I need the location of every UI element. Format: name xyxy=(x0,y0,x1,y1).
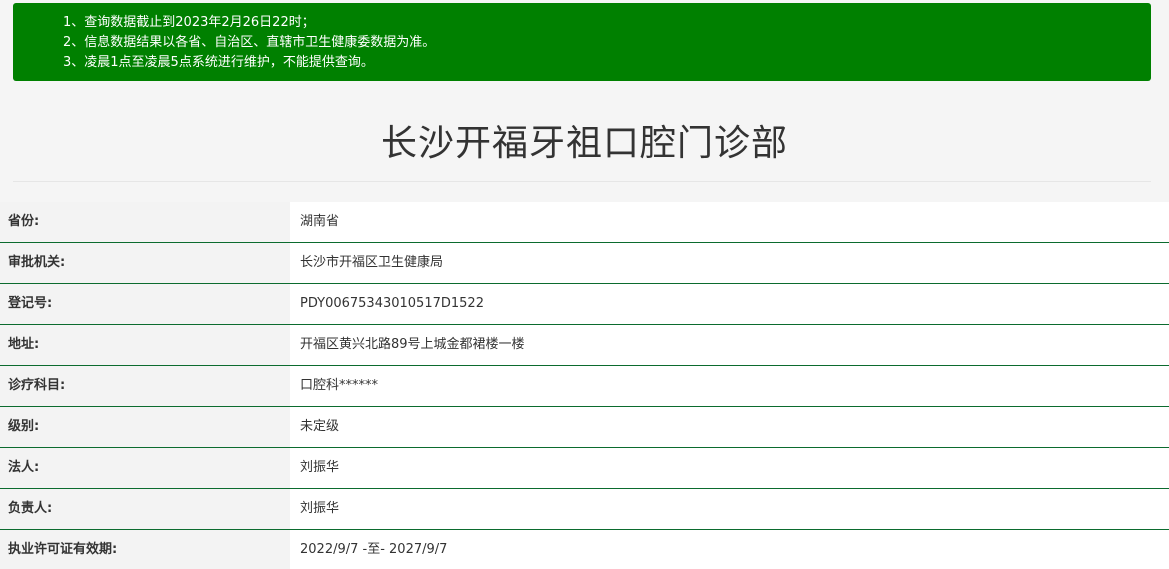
row-value: 开福区黄兴北路89号上城金都裙楼一楼 xyxy=(290,325,1169,365)
row-value: PDY00675343010517D1522 xyxy=(290,284,1169,324)
table-row-registration-number: 登记号: PDY00675343010517D1522 xyxy=(0,284,1169,325)
row-label: 级别: xyxy=(0,407,290,447)
table-row-approval-authority: 审批机关: 长沙市开福区卫生健康局 xyxy=(0,243,1169,284)
page-title: 长沙开福牙祖口腔门诊部 xyxy=(380,123,788,164)
table-row-departments: 诊疗科目: 口腔科****** xyxy=(0,366,1169,407)
notice-line-2: 2、信息数据结果以各省、自治区、直辖市卫生健康委数据为准。 xyxy=(63,35,436,50)
row-label: 诊疗科目: xyxy=(0,366,290,406)
notice-line-3: 3、凌晨1点至凌晨5点系统进行维护，不能提供查询。 xyxy=(63,55,374,70)
row-label: 法人: xyxy=(0,448,290,488)
row-value: 长沙市开福区卫生健康局 xyxy=(290,243,1169,283)
notice-line-1: 1、查询数据截止到2023年2月26日22时； xyxy=(63,15,315,30)
row-label: 地址: xyxy=(0,325,290,365)
page: 1、查询数据截止到2023年2月26日22时； 2、信息数据结果以各省、自治区、… xyxy=(0,0,1169,569)
table-row-address: 地址: 开福区黄兴北路89号上城金都裙楼一楼 xyxy=(0,325,1169,366)
row-label: 登记号: xyxy=(0,284,290,324)
row-value: 口腔科****** xyxy=(290,366,1169,406)
table-row-license-validity: 执业许可证有效期: 2022/9/7 -至- 2027/9/7 xyxy=(0,530,1169,569)
row-value: 刘振华 xyxy=(290,448,1169,488)
info-table: 省份: 湖南省 审批机关: 长沙市开福区卫生健康局 登记号: PDY006753… xyxy=(0,202,1169,569)
table-row-province: 省份: 湖南省 xyxy=(0,202,1169,243)
notice-banner: 1、查询数据截止到2023年2月26日22时； 2、信息数据结果以各省、自治区、… xyxy=(13,3,1151,81)
table-row-level: 级别: 未定级 xyxy=(0,407,1169,448)
table-row-person-in-charge: 负责人: 刘振华 xyxy=(0,489,1169,530)
row-value: 未定级 xyxy=(290,407,1169,447)
row-value: 2022/9/7 -至- 2027/9/7 xyxy=(290,530,1169,569)
row-label: 负责人: xyxy=(0,489,290,529)
title-divider xyxy=(13,181,1151,182)
row-value: 湖南省 xyxy=(290,202,1169,242)
row-label: 省份: xyxy=(0,202,290,242)
row-label: 审批机关: xyxy=(0,243,290,283)
row-label: 执业许可证有效期: xyxy=(0,530,290,569)
table-row-legal-person: 法人: 刘振华 xyxy=(0,448,1169,489)
row-value: 刘振华 xyxy=(290,489,1169,529)
